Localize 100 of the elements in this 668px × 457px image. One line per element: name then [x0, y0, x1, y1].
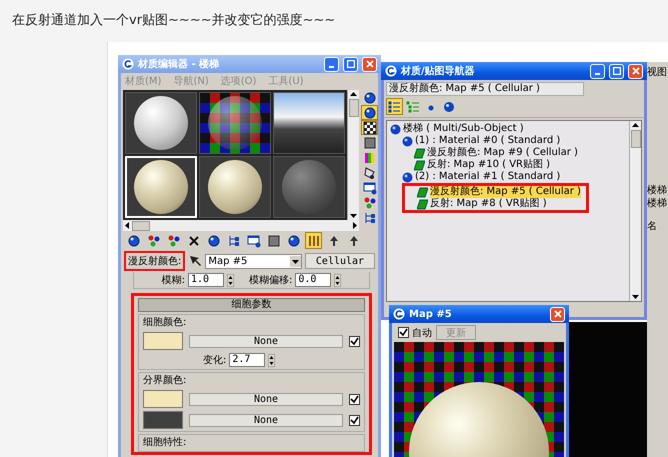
- window-title: 材质/贴图导航器: [401, 64, 475, 78]
- material-sample-slot[interactable]: [199, 92, 271, 154]
- checkbox[interactable]: [349, 336, 360, 346]
- map-dropdown[interactable]: Map #5: [205, 254, 302, 268]
- panel-label: 视图: [647, 66, 668, 79]
- dots-icon: [146, 234, 160, 248]
- path-field: 漫反射颜色: Map #5 ( Cellular ): [386, 82, 584, 96]
- maximize-icon: [346, 60, 354, 68]
- number-field[interactable]: 1.0: [188, 273, 224, 287]
- window-title: Map #5: [409, 308, 452, 320]
- checkbox[interactable]: [349, 414, 360, 426]
- panel-label: 名: [647, 220, 658, 233]
- field-label: 变化:: [203, 354, 226, 367]
- color-swatch[interactable]: [143, 411, 183, 429]
- tree-item[interactable]: 漫反射颜色: Map #5 ( Cellular ): [430, 186, 581, 198]
- color-swatch[interactable]: [143, 332, 183, 350]
- film-icon: [362, 166, 376, 180]
- scroll-thumb[interactable]: [630, 130, 640, 148]
- close-button[interactable]: [362, 56, 377, 72]
- maximize-button[interactable]: [343, 56, 358, 72]
- material-sphere-icon: [402, 136, 413, 146]
- map-icon: [414, 160, 425, 170]
- dots-icon: [166, 234, 180, 248]
- dropdown-value: Map #5: [208, 256, 248, 266]
- checkbox[interactable]: [398, 327, 409, 338]
- map-slot-button[interactable]: None: [189, 334, 343, 348]
- close-button[interactable]: [628, 64, 643, 78]
- delete-icon: [186, 234, 200, 248]
- sphere-preview: [208, 96, 262, 150]
- sphere-icon: [126, 234, 140, 248]
- sphere-preview: [134, 96, 188, 150]
- tree-item[interactable]: 反射: Map #8 ( VR贴图 ): [430, 198, 547, 210]
- horizontal-scrollbar[interactable]: [123, 220, 359, 231]
- window-title: 材质编辑器 - 楼梯: [138, 58, 220, 71]
- close-icon: [366, 60, 374, 68]
- app-logo-icon: [393, 308, 405, 320]
- vertical-scrollbar[interactable]: [629, 121, 641, 301]
- scroll-thumb[interactable]: [348, 99, 358, 117]
- map-slot-button[interactable]: None: [189, 392, 343, 406]
- checker-icon: [362, 120, 376, 134]
- close-button[interactable]: [550, 306, 565, 322]
- minimize-button[interactable]: [324, 56, 339, 72]
- list-view-button[interactable]: [386, 98, 403, 115]
- color-bars-icon: [362, 150, 376, 164]
- window-icon: [362, 180, 376, 194]
- maximize-button[interactable]: [609, 64, 624, 78]
- group-title: 分界颜色:: [143, 374, 188, 387]
- minimize-button[interactable]: [590, 64, 605, 78]
- spinner-icon: [227, 274, 234, 286]
- checker-button[interactable]: [361, 120, 378, 135]
- square-icon: [362, 136, 376, 150]
- material-sample-slot[interactable]: [273, 92, 345, 154]
- sphere-preview: [208, 160, 262, 214]
- sphere-button[interactable]: [361, 105, 378, 120]
- tree-item[interactable]: (2) : Material #1 ( Standard ): [415, 171, 560, 183]
- scroll-down-icon: [631, 292, 640, 301]
- caption-text: 在反射通道加入一个vr贴图~~~~并改变它的强度~~~: [11, 12, 336, 30]
- sphere-icon: [286, 234, 300, 248]
- bars-button[interactable]: [305, 232, 322, 249]
- material-sample-slot[interactable]: [125, 92, 197, 154]
- vertical-scrollbar[interactable]: [347, 90, 359, 220]
- tree-view-icon: [406, 100, 420, 114]
- spinner-icon: [334, 274, 342, 286]
- square-icon: [266, 234, 280, 248]
- tree-item[interactable]: (1) : Material #0 ( Standard ): [415, 135, 560, 147]
- check-icon: [350, 336, 359, 346]
- close-icon: [632, 67, 640, 75]
- tree-icon: [226, 234, 240, 248]
- group-title: 细胞颜色:: [143, 316, 188, 329]
- sphere-preview: [134, 160, 188, 214]
- app-logo-icon: [385, 65, 397, 77]
- map-icon: [417, 186, 428, 198]
- checkbox-label: 自动: [412, 326, 432, 340]
- map-icon: [414, 148, 425, 158]
- color-swatch[interactable]: [143, 390, 183, 408]
- map-type-button[interactable]: Cellular: [305, 253, 375, 269]
- panel-label: 楼梯: [647, 197, 668, 210]
- material-sample-slot[interactable]: [199, 156, 271, 218]
- field-label: 模糊:: [162, 274, 185, 287]
- window-button[interactable]: [361, 180, 378, 195]
- tree-icon: [362, 210, 376, 224]
- spinner-icon: [268, 354, 276, 366]
- tree-item[interactable]: 楼梯 ( Multi/Sub-Object ): [403, 123, 524, 135]
- panel-label: 楼梯: [647, 184, 668, 197]
- bars-icon: [306, 234, 320, 248]
- window-icon: [246, 234, 260, 248]
- check-icon: [350, 394, 359, 404]
- sphere-icon: [362, 106, 376, 120]
- tree-item[interactable]: 反射: Map #10 ( VR贴图 ): [427, 159, 550, 171]
- material-sphere-icon: [402, 172, 413, 182]
- number-field[interactable]: 0.0: [295, 273, 332, 287]
- checkbox[interactable]: [349, 394, 360, 404]
- rollout-header[interactable]: 细胞参数: [138, 298, 365, 312]
- tree-item[interactable]: 漫反射颜色: Map #9 ( Cellular ): [427, 147, 578, 159]
- scroll-thumb[interactable]: [132, 220, 150, 230]
- material-sphere-icon: [390, 124, 401, 134]
- large-sphere-icon: [442, 100, 456, 114]
- sphere-icon: [206, 234, 220, 248]
- map-slot-button[interactable]: None: [189, 414, 343, 426]
- number-field[interactable]: 2.7: [229, 353, 266, 367]
